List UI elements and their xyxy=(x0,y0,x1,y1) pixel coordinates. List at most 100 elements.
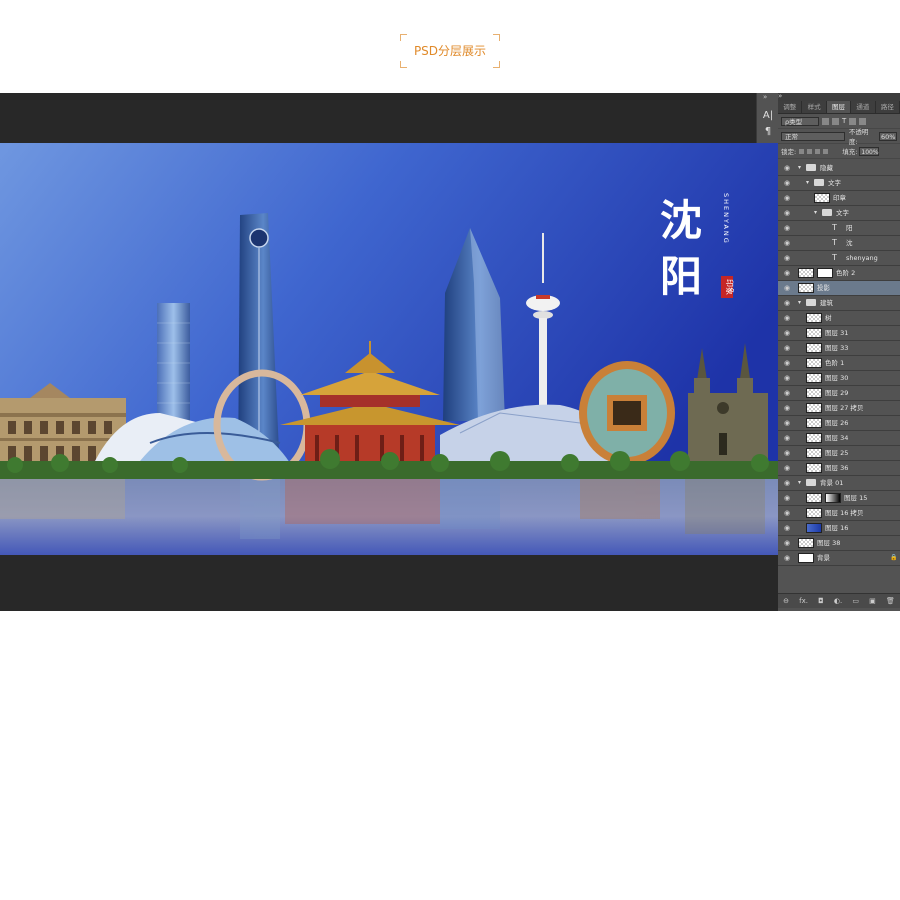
visibility-eye-icon[interactable]: ◉ xyxy=(784,479,790,487)
layer-row[interactable]: ◉ ▾ 隐藏 xyxy=(778,161,900,176)
layer-thumbnail xyxy=(806,388,822,398)
tab-adjustments[interactable]: 调整 xyxy=(778,101,803,113)
lock-pixels-icon[interactable] xyxy=(807,148,813,154)
visibility-eye-icon[interactable]: ◉ xyxy=(784,284,790,292)
tab-paths[interactable]: 路径 xyxy=(876,101,900,113)
city-name-latin: SHENYANG xyxy=(722,193,730,245)
layer-row[interactable]: ◉ ▾ 建筑 xyxy=(778,296,900,311)
folder-icon[interactable]: ▭ xyxy=(852,597,859,605)
layer-row[interactable]: ◉ 图层 38 xyxy=(778,536,900,551)
visibility-eye-icon[interactable]: ◉ xyxy=(784,434,790,442)
group-expand-icon[interactable]: ▾ xyxy=(806,179,809,187)
visibility-eye-icon[interactable]: ◉ xyxy=(784,329,790,337)
lock-all-icon[interactable] xyxy=(823,148,829,154)
layer-row[interactable]: ◉ 图层 36 xyxy=(778,461,900,476)
visibility-eye-icon[interactable]: ◉ xyxy=(784,299,790,307)
group-expand-icon[interactable]: ▾ xyxy=(798,299,801,307)
layer-row[interactable]: ◉ 图层 34 xyxy=(778,431,900,446)
layer-thumbnail xyxy=(806,328,822,338)
visibility-eye-icon[interactable]: ◉ xyxy=(784,524,790,532)
fill-input[interactable]: 100% xyxy=(859,146,880,156)
layer-row[interactable]: ◉ 印章 xyxy=(778,191,900,206)
filter-text-icon[interactable]: T xyxy=(842,117,846,125)
layer-row[interactable]: ◉ 背景 🔒 xyxy=(778,551,900,566)
filter-smart-icon[interactable] xyxy=(859,117,867,125)
layer-row[interactable]: ◉ ▾ 文字 xyxy=(778,176,900,191)
visibility-eye-icon[interactable]: ◉ xyxy=(784,239,790,247)
link-icon[interactable]: ⊖ xyxy=(783,597,789,605)
layer-row[interactable]: ◉ 投影 xyxy=(778,281,900,296)
layer-name: 图层 30 xyxy=(825,374,849,382)
layer-row[interactable]: ◉ T 阳 xyxy=(778,221,900,236)
visibility-eye-icon[interactable]: ◉ xyxy=(784,419,790,427)
visibility-eye-icon[interactable]: ◉ xyxy=(784,389,790,397)
visibility-eye-icon[interactable]: ◉ xyxy=(784,449,790,457)
character-tool-icon[interactable]: A| xyxy=(761,109,775,123)
visibility-eye-icon[interactable]: ◉ xyxy=(784,224,790,232)
filter-adjust-icon[interactable] xyxy=(832,117,839,125)
trash-icon[interactable]: 🗑 xyxy=(886,597,895,605)
visibility-eye-icon[interactable]: ◉ xyxy=(784,464,790,472)
coin-shaped-building xyxy=(579,361,675,465)
visibility-eye-icon[interactable]: ◉ xyxy=(784,494,790,502)
layer-row[interactable]: ◉ 图层 29 xyxy=(778,386,900,401)
layer-mask-thumbnail[interactable] xyxy=(817,268,833,278)
layer-row[interactable]: ◉ 图层 16 xyxy=(778,521,900,536)
opacity-input[interactable]: 60% xyxy=(879,131,897,141)
mask-icon[interactable]: ◘ xyxy=(818,597,824,605)
group-expand-icon[interactable]: ▾ xyxy=(798,479,801,487)
filter-pixel-icon[interactable] xyxy=(822,117,829,125)
layer-filter-select[interactable]: ρ类型 xyxy=(781,116,819,126)
layer-row[interactable]: ◉ 图层 26 xyxy=(778,416,900,431)
fx-icon[interactable]: fx. xyxy=(799,597,808,605)
filter-shape-icon[interactable] xyxy=(849,117,857,125)
layer-row[interactable]: ◉ 图层 15 xyxy=(778,491,900,506)
layer-row[interactable]: ◉ 图层 27 拷贝 xyxy=(778,401,900,416)
visibility-eye-icon[interactable]: ◉ xyxy=(784,509,790,517)
layer-mask-thumbnail[interactable] xyxy=(825,493,841,503)
layer-row[interactable]: ◉ Tshenyang xyxy=(778,251,900,266)
layer-row[interactable]: ◉ 色阶 2 xyxy=(778,266,900,281)
visibility-eye-icon[interactable]: ◉ xyxy=(784,554,790,562)
layer-row[interactable]: ◉ 图层 30 xyxy=(778,371,900,386)
adjustment-icon[interactable]: ◐. xyxy=(834,597,842,605)
layer-row[interactable]: ◉ 图层 25 xyxy=(778,446,900,461)
visibility-eye-icon[interactable]: ◉ xyxy=(784,179,790,187)
tab-channels[interactable]: 通道 xyxy=(851,101,876,113)
lock-position-icon[interactable] xyxy=(815,148,821,154)
visibility-eye-icon[interactable]: ◉ xyxy=(784,209,790,217)
tab-styles[interactable]: 样式 xyxy=(802,101,827,113)
layer-row[interactable]: ◉ 图层 16 拷贝 xyxy=(778,506,900,521)
visibility-eye-icon[interactable]: ◉ xyxy=(784,164,790,172)
layer-name: 图层 25 xyxy=(825,449,849,457)
layer-row[interactable]: ◉ 色阶 1 xyxy=(778,356,900,371)
visibility-eye-icon[interactable]: ◉ xyxy=(784,254,790,262)
paragraph-tool-icon[interactable]: ¶ xyxy=(761,125,775,139)
visibility-eye-icon[interactable]: ◉ xyxy=(784,359,790,367)
visibility-eye-icon[interactable]: ◉ xyxy=(784,374,790,382)
layer-row[interactable]: ◉ ▾ 背景 01 xyxy=(778,476,900,491)
layer-row[interactable]: ◉ 树 xyxy=(778,311,900,326)
visibility-eye-icon[interactable]: ◉ xyxy=(784,314,790,322)
new-layer-icon[interactable]: ▣ xyxy=(869,597,876,605)
lock-transparent-icon[interactable] xyxy=(799,148,805,154)
layer-thumbnail xyxy=(806,343,822,353)
visibility-eye-icon[interactable]: ◉ xyxy=(784,269,790,277)
collapse-icon[interactable]: » xyxy=(763,93,767,101)
visibility-eye-icon[interactable]: ◉ xyxy=(784,539,790,547)
group-expand-icon[interactable]: ▾ xyxy=(814,209,817,217)
visibility-eye-icon[interactable]: ◉ xyxy=(784,344,790,352)
layer-name: 文字 xyxy=(836,209,849,217)
document-canvas[interactable]: 沈 阳 SHENYANG 印象 xyxy=(0,143,778,555)
panel-collapse-icon[interactable]: » xyxy=(778,92,782,100)
blend-mode-select[interactable]: 正常 xyxy=(781,131,845,141)
layer-row[interactable]: ◉ 图层 31 xyxy=(778,326,900,341)
layer-row[interactable]: ◉ 图层 33 xyxy=(778,341,900,356)
group-expand-icon[interactable]: ▾ xyxy=(798,164,801,172)
visibility-eye-icon[interactable]: ◉ xyxy=(784,404,790,412)
tab-layers[interactable]: 图层 xyxy=(826,101,852,113)
layer-row[interactable]: ◉ ▾ 文字 xyxy=(778,206,900,221)
layer-name: 色阶 2 xyxy=(836,269,856,277)
visibility-eye-icon[interactable]: ◉ xyxy=(784,194,790,202)
layer-row[interactable]: ◉ T 沈 xyxy=(778,236,900,251)
